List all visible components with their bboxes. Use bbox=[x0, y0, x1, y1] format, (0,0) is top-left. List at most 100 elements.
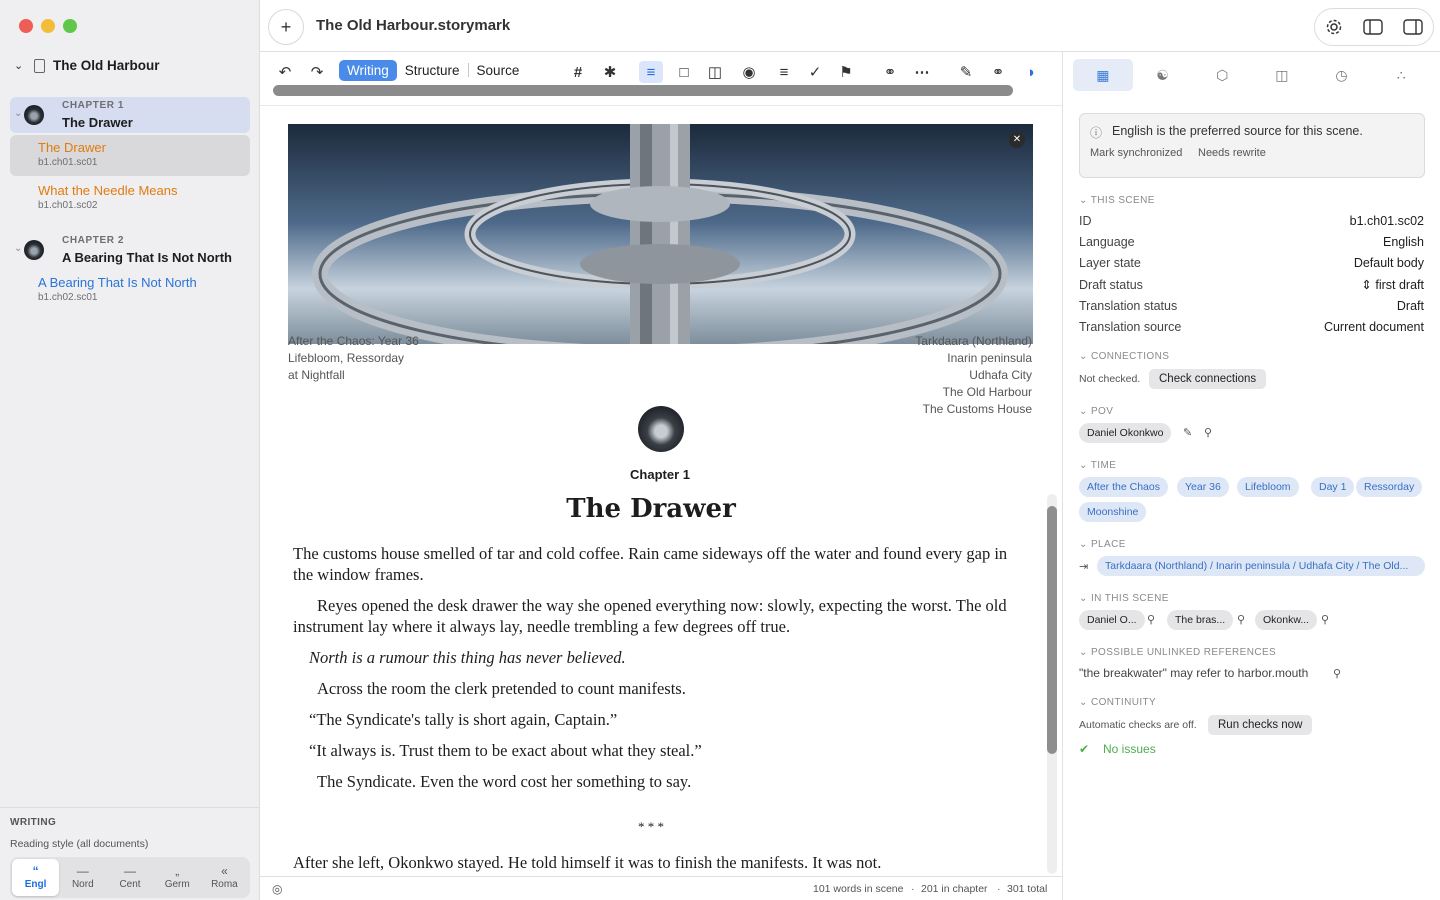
horizontal-scrollbar[interactable] bbox=[273, 85, 1013, 96]
place-tag[interactable]: Tarkdaara (Northland) / Inarin peninsula… bbox=[1097, 556, 1425, 576]
field-value[interactable]: Default body bbox=[1354, 256, 1424, 270]
magnifier-icon[interactable]: ⚲ bbox=[1204, 426, 1212, 439]
time-tag[interactable]: Moonshine bbox=[1079, 502, 1147, 522]
flag-icon[interactable]: ⚑ bbox=[834, 61, 858, 83]
link-icon[interactable]: ⚭ bbox=[986, 61, 1010, 83]
field-value[interactable]: English bbox=[1383, 235, 1424, 249]
paragraph[interactable]: Reyes opened the desk drawer the way she… bbox=[293, 595, 1013, 637]
sidebar-left-icon[interactable] bbox=[1363, 19, 1383, 35]
section-header-in-scene[interactable]: ⌄ IN THIS SCENE bbox=[1079, 593, 1169, 604]
mark-synchronized-link[interactable]: Mark synchronized bbox=[1090, 147, 1182, 159]
reading-style-romance[interactable]: «Roma bbox=[201, 859, 248, 896]
pencil-icon[interactable]: ✎ bbox=[1183, 426, 1192, 439]
entity-tag[interactable]: Daniel O... bbox=[1079, 610, 1145, 630]
chevron-down-icon[interactable]: ⌄ bbox=[14, 59, 26, 72]
field-value[interactable]: Draft bbox=[1397, 299, 1424, 313]
time-tag[interactable]: After the Chaos bbox=[1079, 477, 1168, 497]
scrollbar-thumb[interactable] bbox=[1047, 506, 1057, 754]
scene-time-meta: Lifebloom, Ressorday bbox=[288, 351, 405, 365]
pov-tag[interactable]: Daniel Okonkwo bbox=[1079, 423, 1172, 443]
scene-title[interactable]: A Bearing That Is Not North bbox=[38, 275, 197, 290]
section-header-time[interactable]: ⌄ TIME bbox=[1079, 460, 1116, 471]
scene-heading[interactable]: The Drawer bbox=[260, 494, 1042, 524]
tab-document[interactable]: ▦ bbox=[1073, 59, 1133, 91]
scene-id: b1.ch02.sc01 bbox=[38, 292, 98, 303]
scene-title[interactable]: What the Needle Means bbox=[38, 183, 177, 198]
time-tag[interactable]: Lifebloom bbox=[1237, 477, 1299, 497]
tab-graph[interactable]: ∴ bbox=[1371, 59, 1431, 91]
redo-icon[interactable]: ↷ bbox=[305, 61, 329, 83]
paragraph[interactable]: “It always is. Trust them to be exact ab… bbox=[309, 740, 1029, 761]
magnifier-icon[interactable]: ⚲ bbox=[1321, 613, 1329, 626]
chapter-image bbox=[638, 406, 684, 452]
pin-icon[interactable]: ⇥ bbox=[1079, 560, 1088, 573]
section-header-connections[interactable]: ⌄ CONNECTIONS bbox=[1079, 351, 1169, 362]
more-icon[interactable]: ⋯ bbox=[910, 61, 934, 83]
gear-icon[interactable] bbox=[1325, 18, 1343, 36]
paragraph[interactable]: “The Syndicate's tally is short again, C… bbox=[309, 709, 1029, 730]
draft-status-select[interactable]: ⇕ first draft bbox=[1361, 277, 1424, 292]
tab-structure[interactable]: Structure bbox=[397, 60, 468, 81]
masks-icon[interactable]: ◉ bbox=[737, 61, 761, 83]
tab-source[interactable]: Source bbox=[469, 60, 528, 81]
minimize-window-button[interactable] bbox=[41, 19, 55, 33]
book-row[interactable]: ⌄ The Old Harbour bbox=[14, 58, 160, 73]
comment-icon[interactable]: □ bbox=[672, 61, 696, 83]
paragraph[interactable]: After she left, Okonkwo stayed. He told … bbox=[293, 852, 1013, 873]
tab-map[interactable]: ◫ bbox=[1252, 59, 1312, 91]
time-tag[interactable]: Day 1 bbox=[1311, 477, 1355, 497]
check-connections-button[interactable]: Check connections bbox=[1149, 369, 1267, 389]
tab-history[interactable]: ◷ bbox=[1312, 59, 1372, 91]
field-value[interactable]: Current document bbox=[1324, 320, 1424, 334]
paragraph[interactable]: The customs house smelled of tar and col… bbox=[293, 543, 1013, 585]
editor[interactable]: ✕ After the Chaos: Year 36 Lifebloom, Re… bbox=[260, 106, 1062, 876]
section-header-continuity[interactable]: ⌄ CONTINUITY bbox=[1079, 697, 1156, 708]
pencil-icon[interactable]: ✎ bbox=[954, 61, 978, 83]
target-icon[interactable]: ◎ bbox=[272, 882, 282, 896]
asterisk-icon[interactable]: ✱ bbox=[598, 61, 622, 83]
dialogue-icon[interactable]: ◫ bbox=[703, 61, 727, 83]
zoom-window-button[interactable] bbox=[63, 19, 77, 33]
section-header-pov[interactable]: ⌄ POV bbox=[1079, 406, 1113, 417]
tab-characters[interactable]: ☯ bbox=[1133, 59, 1193, 91]
close-window-button[interactable] bbox=[19, 19, 33, 33]
chapter-label: CHAPTER 2 bbox=[62, 235, 125, 246]
reading-style-nordic[interactable]: — Nord bbox=[59, 859, 106, 896]
time-tag[interactable]: Ressorday bbox=[1356, 477, 1423, 497]
paragraph[interactable]: North is a rumour this thing has never b… bbox=[309, 647, 1029, 668]
quote-block-icon[interactable]: ≡ bbox=[772, 61, 796, 83]
run-checks-button[interactable]: Run checks now bbox=[1208, 715, 1313, 735]
chevron-down-icon[interactable]: ⌄ bbox=[14, 108, 22, 119]
entity-tag[interactable]: Okonkw... bbox=[1255, 610, 1318, 630]
tab-objects[interactable]: ⬡ bbox=[1192, 59, 1252, 91]
reading-style-german[interactable]: „ Germ bbox=[154, 859, 201, 896]
tab-writing[interactable]: Writing bbox=[339, 59, 397, 81]
needs-rewrite-link[interactable]: Needs rewrite bbox=[1198, 147, 1266, 159]
add-button[interactable]: + bbox=[268, 9, 304, 45]
section-header-this-scene[interactable]: ⌄ THIS SCENE bbox=[1079, 195, 1155, 206]
chevron-down-icon[interactable]: ⌄ bbox=[14, 243, 22, 254]
undo-icon[interactable]: ↶ bbox=[273, 61, 297, 83]
check-badge-icon[interactable]: ✓ bbox=[803, 61, 827, 83]
magnifier-icon[interactable]: ⚲ bbox=[1333, 667, 1341, 680]
vertical-scrollbar[interactable] bbox=[1047, 494, 1057, 874]
paragraph[interactable]: Across the room the clerk pretended to c… bbox=[317, 678, 1037, 699]
scene-title[interactable]: The Drawer bbox=[38, 140, 106, 155]
heading-icon[interactable]: # bbox=[566, 61, 590, 83]
palette-icon[interactable]: ◑ bbox=[1018, 61, 1042, 83]
remove-image-button[interactable]: ✕ bbox=[1009, 132, 1025, 148]
reading-style-central[interactable]: — Cent bbox=[106, 859, 153, 896]
time-tag[interactable]: Year 36 bbox=[1177, 477, 1229, 497]
magnifier-icon[interactable]: ⚲ bbox=[1147, 613, 1155, 626]
entity-tag[interactable]: The bras... bbox=[1167, 610, 1234, 630]
sidebar-right-icon[interactable] bbox=[1403, 19, 1423, 35]
link-entity-icon[interactable]: ⚭ bbox=[878, 61, 902, 83]
scene-break: * * * bbox=[638, 819, 664, 834]
chapter-title[interactable]: A Bearing That Is Not North bbox=[62, 250, 232, 265]
paragraph[interactable]: The Syndicate. Even the word cost her so… bbox=[317, 771, 1037, 792]
align-left-icon[interactable]: ≡ bbox=[639, 61, 663, 83]
reading-style-english[interactable]: “Engl bbox=[12, 859, 60, 896]
section-header-unlinked[interactable]: ⌄ POSSIBLE UNLINKED REFERENCES bbox=[1079, 647, 1276, 658]
magnifier-icon[interactable]: ⚲ bbox=[1237, 613, 1245, 626]
section-header-place[interactable]: ⌄ PLACE bbox=[1079, 539, 1126, 550]
